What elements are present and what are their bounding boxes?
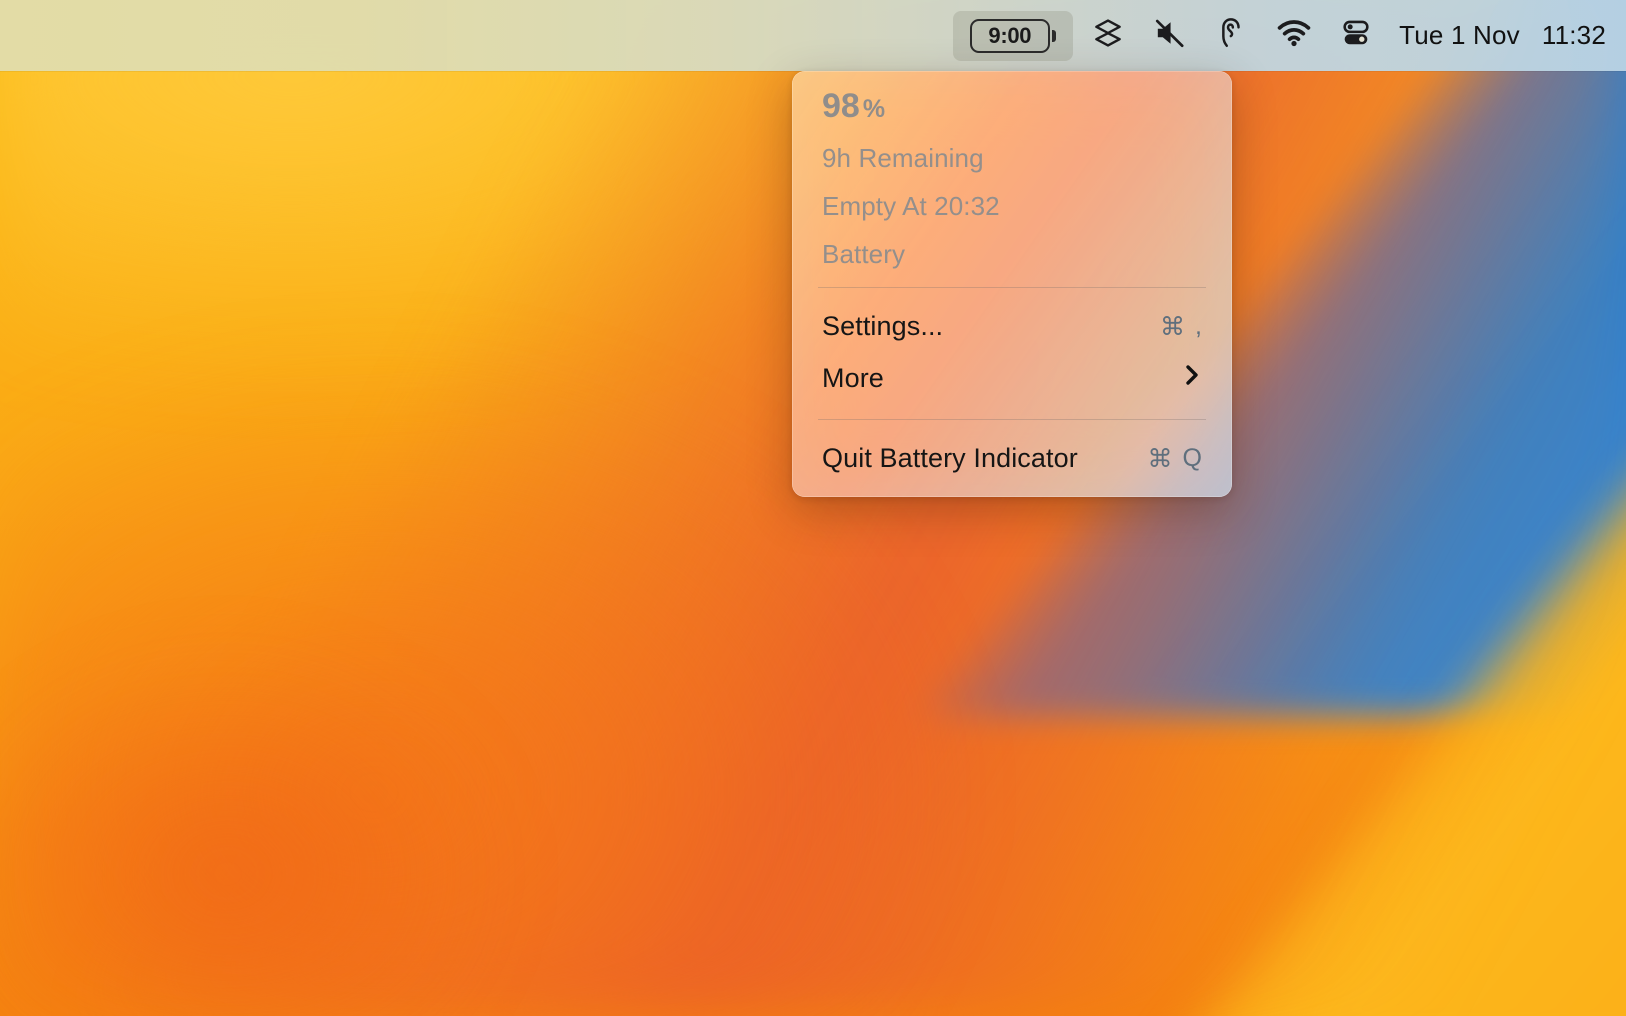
chevron-right-icon <box>1182 360 1202 396</box>
menu-item-settings-shortcut-key: , <box>1195 312 1202 341</box>
menubar-clock[interactable]: Tue 1 Nov 11:32 <box>1399 20 1606 51</box>
battery-icon: 9:00 <box>970 19 1057 53</box>
battery-icon-body: 9:00 <box>970 19 1050 53</box>
battery-remaining-text: 9h Remaining <box>822 145 1202 171</box>
battery-empty-at-text: Empty At 20:32 <box>822 193 1202 219</box>
battery-percent-row: 98 % <box>822 89 1202 123</box>
command-key-icon: ⌘ <box>1148 444 1173 474</box>
battery-dropdown-menu: 98 % 9h Remaining Empty At 20:32 Battery… <box>792 71 1232 497</box>
menubar-time: 11:32 <box>1542 20 1606 51</box>
menubar-item-layers[interactable] <box>1077 13 1139 59</box>
menu-item-settings-shortcut: ⌘ , <box>1160 312 1202 342</box>
speaker-mute-icon <box>1153 16 1187 55</box>
battery-time-value: 9:00 <box>988 25 1031 47</box>
battery-percent-sign: % <box>863 97 885 122</box>
command-key-icon: ⌘ <box>1160 312 1185 342</box>
ear-accessibility-icon <box>1215 16 1249 55</box>
wifi-icon <box>1276 15 1312 56</box>
menu-item-quit-shortcut: ⌘ Q <box>1148 444 1202 474</box>
menu-item-more[interactable]: More <box>792 351 1232 405</box>
layers-icon <box>1091 16 1125 55</box>
menubar-item-control-center[interactable] <box>1325 13 1387 59</box>
battery-power-source-text: Battery <box>822 241 1202 267</box>
menu-item-quit-shortcut-key: Q <box>1183 444 1202 473</box>
menubar-battery-status-item[interactable]: 9:00 <box>953 11 1073 61</box>
menubar-item-sound[interactable] <box>1139 13 1201 59</box>
menu-item-quit[interactable]: Quit Battery Indicator ⌘ Q <box>792 434 1232 483</box>
menu-separator-top <box>818 287 1206 288</box>
desktop-screen: 9:00 <box>0 0 1626 1016</box>
menu-bar: 9:00 <box>0 0 1626 71</box>
menu-item-settings[interactable]: Settings... ⌘ , <box>792 302 1232 351</box>
battery-percent-value: 98 <box>822 89 860 123</box>
menubar-date: Tue 1 Nov <box>1399 20 1520 51</box>
menu-item-more-accessory <box>1182 360 1202 396</box>
battery-icon-terminal <box>1052 30 1056 42</box>
menu-separator-bottom <box>818 419 1206 420</box>
control-center-icon <box>1339 16 1373 55</box>
menu-item-settings-label: Settings... <box>822 311 943 342</box>
battery-menu-header: 98 % 9h Remaining Empty At 20:32 Battery <box>792 89 1232 267</box>
menubar-item-wifi[interactable] <box>1263 13 1325 59</box>
menu-item-more-label: More <box>822 363 884 394</box>
menu-item-quit-label: Quit Battery Indicator <box>822 443 1078 474</box>
menubar-item-hearing[interactable] <box>1201 13 1263 59</box>
